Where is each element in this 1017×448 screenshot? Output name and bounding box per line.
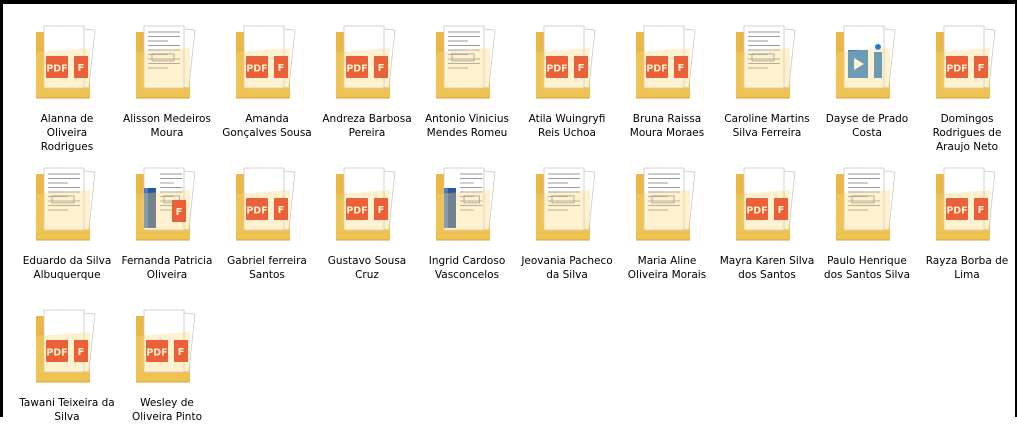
folder-label: Dayse de Prado Costa xyxy=(825,113,909,139)
folder-item[interactable]: PDF F Atila Wuingryfi Reis Uchoa xyxy=(517,22,617,164)
folder-label: Maria Aline Oliveira Morais xyxy=(627,255,707,281)
folder-item[interactable]: Dayse de Prado Costa xyxy=(817,22,917,164)
folder-icon[interactable]: PDF F xyxy=(632,22,702,108)
folder-icon[interactable]: PDF F xyxy=(232,22,302,108)
folder-icon[interactable] xyxy=(632,164,702,250)
folder-item[interactable]: Caroline Martins Silva Ferreira xyxy=(717,22,817,164)
folder-icon[interactable] xyxy=(732,22,802,108)
folder-label: Mayra Karen Silva dos Santos xyxy=(719,255,815,281)
explorer-window: PDF F Alanna de Oliveira Rodrigues Alisson … xyxy=(0,0,1017,423)
folder-label: Jeovania Pacheco da Silva xyxy=(521,255,613,281)
folder-label: Alisson Medeiros Moura xyxy=(123,113,211,139)
folder-icon[interactable] xyxy=(832,164,902,250)
folder-label: Gabriel ferreira Santos xyxy=(227,255,307,281)
folder-label: Paulo Henrique dos Santos Silva xyxy=(823,255,911,281)
folder-label: Ingrid Cardoso Vasconcelos xyxy=(428,255,506,281)
folder-label: Eduardo da Silva Albuquerque xyxy=(22,255,112,281)
folder-label: Tawani Teixeira da Silva xyxy=(19,397,115,423)
folder-label: Atila Wuingryfi Reis Uchoa xyxy=(528,113,606,139)
folder-icon[interactable]: F xyxy=(132,164,202,250)
folder-item[interactable]: Ingrid Cardoso Vasconcelos xyxy=(417,164,517,306)
folder-icon[interactable]: PDF F xyxy=(32,306,102,392)
folder-label: Antonio Vinicius Mendes Romeu xyxy=(425,113,509,139)
folder-item[interactable]: Paulo Henrique dos Santos Silva xyxy=(817,164,917,306)
folder-item[interactable]: PDF F Domingos Rodrigues de Araujo Neto xyxy=(917,22,1017,164)
folder-label: Caroline Martins Silva Ferreira xyxy=(724,113,810,139)
folder-label: Rayza Borba de Lima xyxy=(925,255,1009,281)
folder-item[interactable]: PDF F Bruna Raissa Moura Moraes xyxy=(617,22,717,164)
folder-item[interactable]: PDF F Tawani Teixeira da Silva xyxy=(17,306,117,448)
folder-icon[interactable] xyxy=(832,22,902,108)
folder-item[interactable]: PDF F Mayra Karen Silva dos Santos xyxy=(717,164,817,306)
folder-icon[interactable]: PDF F xyxy=(132,306,202,392)
folder-label: Amanda Gonçalves Sousa xyxy=(222,113,312,139)
folder-item[interactable]: PDF F Amanda Gonçalves Sousa xyxy=(217,22,317,164)
folder-icon[interactable] xyxy=(532,164,602,250)
folder-label: Gustavo Sousa Cruz xyxy=(327,255,407,281)
folder-icon[interactable]: PDF F xyxy=(532,22,602,108)
folder-grid: PDF F Alanna de Oliveira Rodrigues Alisson … xyxy=(17,22,1017,448)
folder-icon[interactable] xyxy=(432,22,502,108)
folder-icon[interactable]: PDF F xyxy=(232,164,302,250)
folder-item[interactable]: PDF F Rayza Borba de Lima xyxy=(917,164,1017,306)
folder-icon[interactable]: PDF F xyxy=(732,164,802,250)
folder-item[interactable]: F Fernanda Patricia Oliveira xyxy=(117,164,217,306)
folder-label: Domingos Rodrigues de Araujo Neto xyxy=(932,113,1002,153)
folder-label: Andreza Barbosa Pereira xyxy=(322,113,412,139)
folder-icon[interactable]: PDF F xyxy=(332,22,402,108)
folder-icon[interactable]: PDF F xyxy=(932,22,1002,108)
folder-label: Bruna Raissa Moura Moraes xyxy=(629,113,705,139)
folder-item[interactable]: PDF F Alanna de Oliveira Rodrigues xyxy=(17,22,117,164)
folder-item[interactable]: PDF F Wesley de Oliveira Pinto xyxy=(117,306,217,448)
folder-label: Fernanda Patricia Oliveira xyxy=(121,255,213,281)
folder-item[interactable]: Jeovania Pacheco da Silva xyxy=(517,164,617,306)
folder-item[interactable]: PDF F Andreza Barbosa Pereira xyxy=(317,22,417,164)
folder-icon[interactable]: PDF F xyxy=(332,164,402,250)
folder-label: Alanna de Oliveira Rodrigues xyxy=(40,113,94,153)
folder-item[interactable]: Antonio Vinicius Mendes Romeu xyxy=(417,22,517,164)
folder-item[interactable]: PDF F Gabriel ferreira Santos xyxy=(217,164,317,306)
folder-icon[interactable] xyxy=(432,164,502,250)
folder-item[interactable]: Maria Aline Oliveira Morais xyxy=(617,164,717,306)
folder-icon[interactable] xyxy=(32,164,102,250)
folder-label: Wesley de Oliveira Pinto xyxy=(132,397,202,423)
folder-icon[interactable]: PDF F xyxy=(932,164,1002,250)
folder-item[interactable]: Alisson Medeiros Moura xyxy=(117,22,217,164)
folder-item[interactable]: Eduardo da Silva Albuquerque xyxy=(17,164,117,306)
folder-icon[interactable]: PDF F xyxy=(32,22,102,108)
folder-item[interactable]: PDF F Gustavo Sousa Cruz xyxy=(317,164,417,306)
folder-icon[interactable] xyxy=(132,22,202,108)
